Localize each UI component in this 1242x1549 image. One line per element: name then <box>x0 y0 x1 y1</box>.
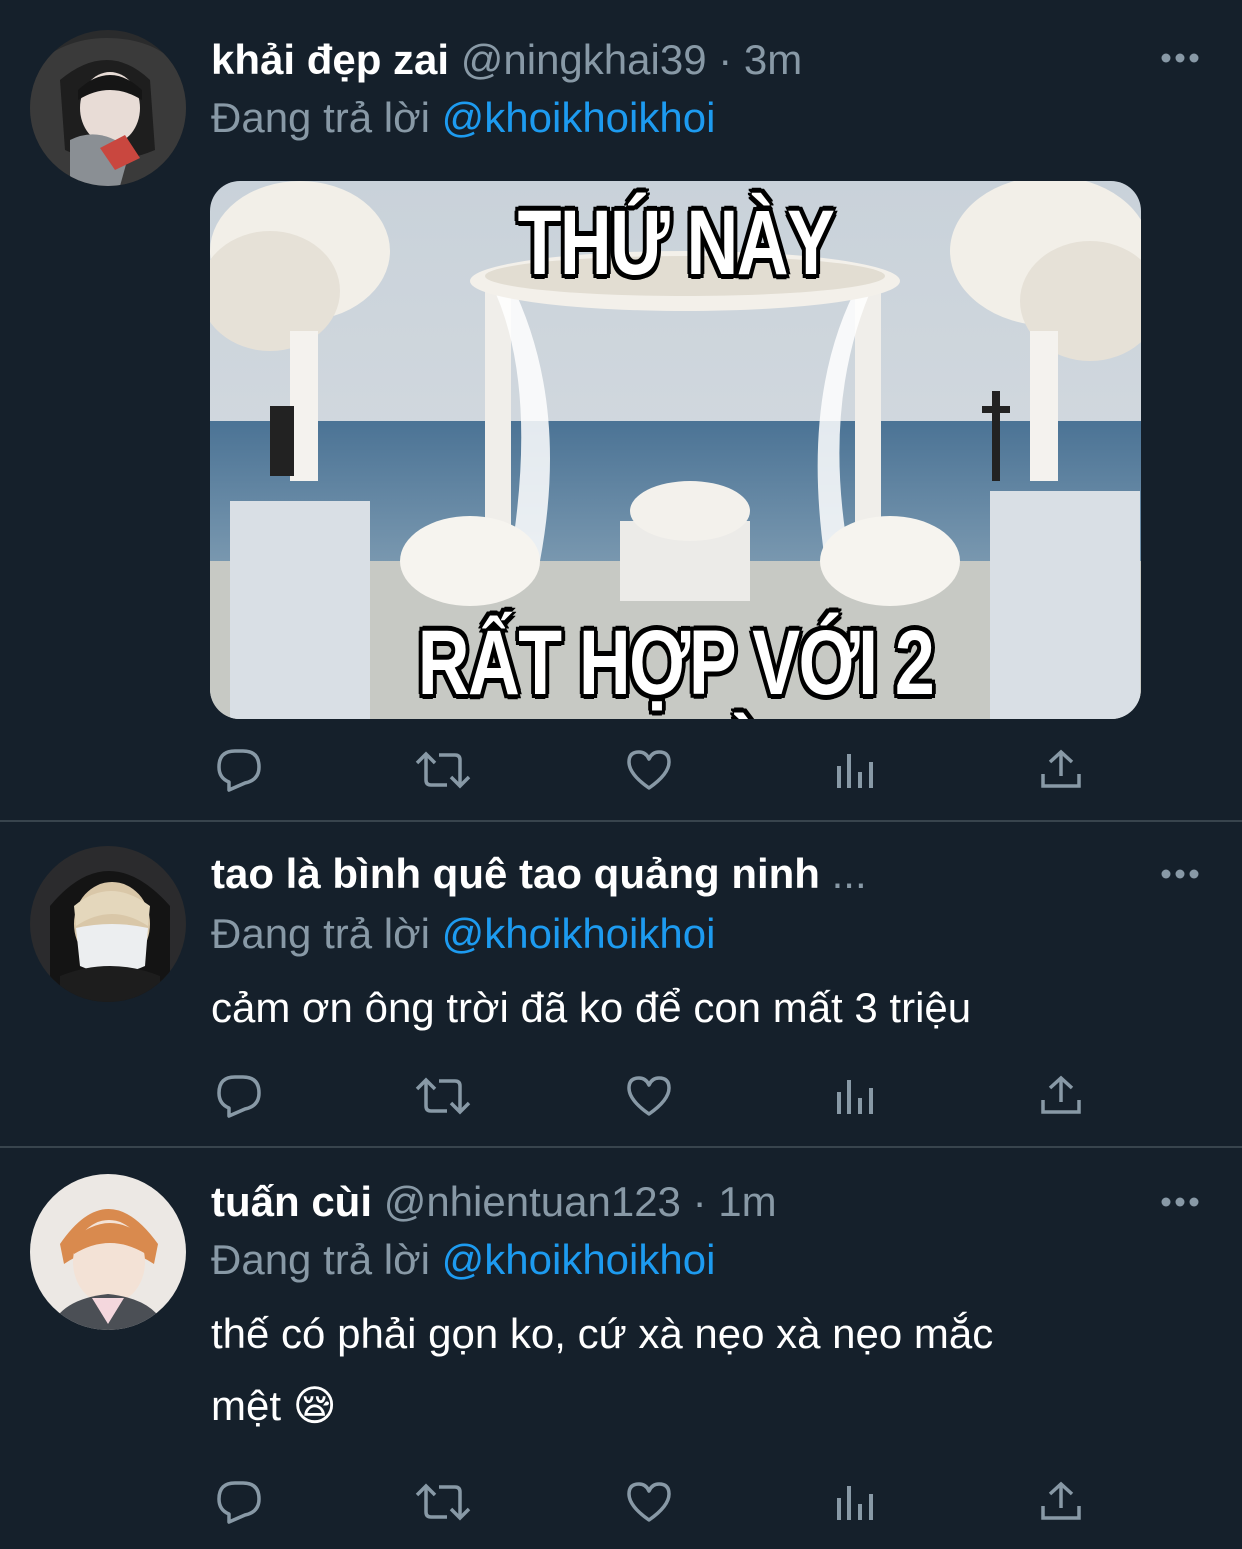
author-line: tuấn cùi @nhientuan123 · 1m <box>211 1174 777 1230</box>
tweet-text-word: mệt <box>211 1382 282 1429</box>
more-dots-icon <box>1161 53 1199 63</box>
reply-button[interactable] <box>211 1068 267 1124</box>
retweet-button[interactable] <box>415 1474 471 1530</box>
reply-prefix: Đang trả lời <box>211 1236 430 1283</box>
tweet-text: thế có phải gọn ko, cứ xà nẹo xà nẹo mắc… <box>211 1298 1171 1442</box>
reply-prefix: Đang trả lời <box>211 910 430 957</box>
user-handle[interactable]: @nhientuan123 <box>384 1178 681 1225</box>
tweet-actions <box>211 1068 1111 1124</box>
tweet-1[interactable]: khải đẹp zai @ningkhai39 · 3m Đang trả l… <box>0 0 1242 820</box>
like-button[interactable] <box>621 1474 677 1530</box>
tweet-image[interactable]: THỨ NÀY RẤT HỢP VỚI 2 NGƯỜI <box>210 181 1141 719</box>
more-options-button[interactable] <box>1158 864 1202 884</box>
display-name[interactable]: khải đẹp zai <box>211 36 449 83</box>
more-dots-icon <box>1161 869 1199 879</box>
speech-bubble-icon <box>217 1075 261 1118</box>
more-options-button[interactable] <box>1158 1192 1202 1212</box>
share-button[interactable] <box>1033 1068 1089 1124</box>
display-name[interactable]: tuấn cùi <box>211 1178 372 1225</box>
replying-to: Đang trả lời @khoikhoikhoi <box>211 1232 715 1288</box>
tweet-text-line-1: thế có phải gọn ko, cứ xà nẹo xà nẹo mắc <box>211 1310 994 1357</box>
retweet-icon <box>415 1483 471 1521</box>
bar-chart-icon <box>837 754 873 788</box>
like-button[interactable] <box>621 742 677 798</box>
meme-top-caption: THỨ NÀY <box>517 192 835 294</box>
separator-dot: · <box>692 1178 707 1225</box>
speech-bubble-icon <box>217 1481 261 1524</box>
replying-to: Đang trả lời @khoikhoikhoi <box>211 906 715 962</box>
separator-dot: · <box>718 36 733 83</box>
upload-icon <box>1041 749 1081 788</box>
more-options-button[interactable] <box>1158 48 1202 68</box>
tweet-text: cảm ơn ông trời đã ko để con mất 3 triệu <box>211 984 972 1031</box>
reply-prefix: Đang trả lời <box>211 94 430 141</box>
heart-icon <box>627 1076 671 1116</box>
heart-icon <box>627 1482 671 1522</box>
replying-to: Đang trả lời @khoikhoikhoi <box>211 90 715 146</box>
sleepy-face-emoji: 😪 <box>292 1382 337 1429</box>
user-handle[interactable]: @ningkhai39 <box>461 36 707 83</box>
upload-icon <box>1041 1481 1081 1520</box>
name-truncation: ... <box>831 850 867 897</box>
speech-bubble-icon <box>217 749 261 792</box>
analytics-button[interactable] <box>827 1068 883 1124</box>
author-line: tao là bình quê tao quảng ninh ... <box>211 846 867 902</box>
reply-button[interactable] <box>211 742 267 798</box>
avatar[interactable] <box>30 846 186 1002</box>
retweet-button[interactable] <box>415 742 471 798</box>
avatar[interactable] <box>30 30 186 186</box>
bar-chart-icon <box>837 1486 873 1520</box>
heart-icon <box>627 750 671 790</box>
reply-button[interactable] <box>211 1474 267 1530</box>
author-line: khải đẹp zai @ningkhai39 · 3m <box>211 32 802 88</box>
tweet-3[interactable]: tuấn cùi @nhientuan123 · 1m Đang trả lời… <box>0 1148 1242 1549</box>
share-button[interactable] <box>1033 1474 1089 1530</box>
reply-mention-link[interactable]: @khoikhoikhoi <box>442 910 716 957</box>
tweet-2[interactable]: tao là bình quê tao quảng ninh ... Đang … <box>0 822 1242 1146</box>
analytics-button[interactable] <box>827 1474 883 1530</box>
meme-bottom-caption: RẤT HỢP VỚI 2 NGƯỜI <box>417 612 935 719</box>
tweet-text-line-2: mệt 😪 <box>211 1370 1171 1442</box>
reply-mention-link[interactable]: @khoikhoikhoi <box>442 94 716 141</box>
like-button[interactable] <box>621 1068 677 1124</box>
retweet-button[interactable] <box>415 1068 471 1124</box>
timestamp[interactable]: 1m <box>718 1178 776 1225</box>
display-name[interactable]: tao là bình quê tao quảng ninh <box>211 850 820 897</box>
avatar[interactable] <box>30 1174 186 1330</box>
tweet-actions <box>211 1474 1111 1530</box>
timestamp[interactable]: 3m <box>744 36 802 83</box>
more-dots-icon <box>1161 1197 1199 1207</box>
analytics-button[interactable] <box>827 742 883 798</box>
bar-chart-icon <box>837 1080 873 1114</box>
tweet-actions <box>211 742 1111 798</box>
upload-icon <box>1041 1075 1081 1114</box>
share-button[interactable] <box>1033 742 1089 798</box>
retweet-icon <box>415 751 471 789</box>
retweet-icon <box>415 1077 471 1115</box>
reply-mention-link[interactable]: @khoikhoikhoi <box>442 1236 716 1283</box>
